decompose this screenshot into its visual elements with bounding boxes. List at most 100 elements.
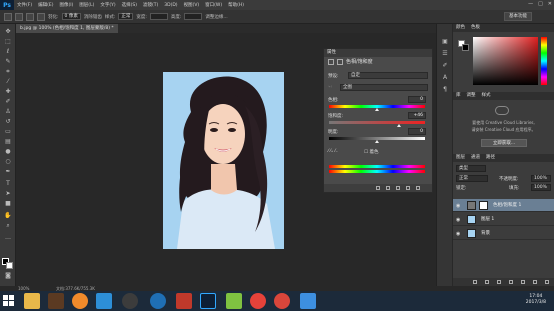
green-app-icon[interactable] xyxy=(226,293,242,309)
tab-color[interactable]: 颜色 xyxy=(456,24,465,32)
mask-icon[interactable] xyxy=(337,59,343,65)
color-picker-field[interactable] xyxy=(473,37,538,85)
layer-row[interactable]: ◉ 图层 1 xyxy=(453,213,554,226)
opacity-input[interactable]: 100% xyxy=(531,175,551,182)
layer-row[interactable]: ◉ 色相/饱和度 1 xyxy=(453,199,554,212)
history-panel-icon[interactable]: ▣ xyxy=(441,38,449,46)
edit-toolbar-icon[interactable]: … xyxy=(4,234,12,242)
new-group-icon[interactable] xyxy=(521,280,525,284)
eye-icon[interactable]: ◉ xyxy=(456,231,460,237)
workspace-select[interactable]: 基本功能 xyxy=(504,12,532,21)
hand-adjust-icon[interactable]: ☜ xyxy=(328,85,332,90)
view-previous-icon[interactable] xyxy=(386,186,390,190)
new-layer-icon[interactable] xyxy=(533,280,537,284)
pdf-app-icon[interactable] xyxy=(176,293,192,309)
tab-channels[interactable]: 通道 xyxy=(471,154,480,162)
orange-app-icon[interactable] xyxy=(72,293,88,309)
layer-row[interactable]: ◉ 背景 xyxy=(453,227,554,240)
width-input[interactable] xyxy=(149,13,168,20)
menu-file[interactable]: 文件(F) xyxy=(14,2,35,8)
eyedropper-icon[interactable]: ⁄ ⁄₊ ⁄₋ xyxy=(328,149,338,154)
new-selection-icon[interactable] xyxy=(15,12,23,21)
feather-input[interactable]: 0 像素 xyxy=(61,13,81,20)
get-now-button[interactable]: 立即获取... xyxy=(481,139,527,147)
refine-edge-button[interactable]: 调整边缘... xyxy=(205,14,227,20)
marquee-tool-icon[interactable]: ⬚ xyxy=(4,38,12,46)
file-explorer-icon[interactable] xyxy=(24,293,40,309)
healing-brush-tool-icon[interactable]: ✚ xyxy=(4,88,12,96)
history-brush-tool-icon[interactable]: ↺ xyxy=(4,118,12,126)
colorize-checkbox[interactable]: ☐ 着色 xyxy=(364,149,378,155)
menu-filter[interactable]: 滤镜(T) xyxy=(140,2,161,8)
menu-3d[interactable]: 3D(D) xyxy=(161,3,180,8)
saturation-slider-track[interactable] xyxy=(329,121,425,124)
k-app-icon[interactable] xyxy=(122,293,138,309)
type-tool-icon[interactable]: T xyxy=(4,180,12,188)
k-blue-app-icon[interactable] xyxy=(150,293,166,309)
link-layers-icon[interactable] xyxy=(473,280,477,284)
add-selection-icon[interactable] xyxy=(26,12,34,21)
quick-select-tool-icon[interactable]: ✎ xyxy=(4,58,12,66)
hand-tool-icon[interactable]: ✋ xyxy=(4,212,12,220)
tab-adjustments[interactable]: 调整 xyxy=(467,92,476,100)
menu-type[interactable]: 文字(Y) xyxy=(97,2,118,8)
red-app-icon[interactable] xyxy=(274,293,290,309)
crop-tool-icon[interactable]: ⌗ xyxy=(4,68,12,76)
wps-app-icon[interactable] xyxy=(300,293,316,309)
marquee-tool-preset-icon[interactable] xyxy=(4,12,12,21)
path-selection-tool-icon[interactable]: ➤ xyxy=(4,190,12,198)
reset-icon[interactable] xyxy=(396,186,400,190)
add-mask-icon[interactable] xyxy=(497,280,501,284)
blue-app-icon[interactable] xyxy=(96,293,112,309)
document-tab[interactable]: b.jpg @ 100% (色相/饱和度 1, 图层蒙版/8) * xyxy=(16,24,118,33)
tab-styles[interactable]: 样式 xyxy=(482,92,491,100)
minimize-button[interactable]: — xyxy=(528,1,533,7)
color-panel-background[interactable] xyxy=(462,44,469,51)
maximize-button[interactable]: □ xyxy=(538,1,543,7)
hue-slider-thumb[interactable] xyxy=(375,108,379,111)
gradient-tool-icon[interactable]: ▤ xyxy=(4,138,12,146)
hue-input[interactable]: 0 xyxy=(408,96,426,103)
tab-libraries[interactable]: 库 xyxy=(456,92,461,100)
menu-view[interactable]: 视图(V) xyxy=(181,2,203,8)
preset-select[interactable]: 自定 xyxy=(348,72,428,79)
close-button[interactable]: ✕ xyxy=(548,1,552,7)
rectangle-tool-icon[interactable]: ■ xyxy=(4,200,12,208)
properties-panel-icon[interactable]: ☰ xyxy=(441,50,449,58)
background-color-swatch[interactable] xyxy=(6,262,13,269)
saturation-input[interactable]: +46 xyxy=(408,112,426,119)
character-panel-icon[interactable]: A xyxy=(441,74,449,82)
eye-icon[interactable]: ◉ xyxy=(456,217,460,223)
fill-input[interactable]: 100% xyxy=(531,184,551,191)
layer-name[interactable]: 背景 xyxy=(481,227,490,240)
clone-stamp-tool-icon[interactable]: ♙ xyxy=(4,108,12,116)
clip-to-layer-icon[interactable] xyxy=(376,186,380,190)
saturation-slider-thumb[interactable] xyxy=(397,124,402,127)
subtract-selection-icon[interactable] xyxy=(37,12,45,21)
tab-swatches[interactable]: 色板 xyxy=(471,24,480,32)
pen-tool-icon[interactable]: ✒ xyxy=(4,168,12,176)
lightness-input[interactable]: 0 xyxy=(408,128,426,135)
menu-image[interactable]: 图像(I) xyxy=(56,2,76,8)
properties-tab[interactable]: 属性 xyxy=(324,49,432,57)
zoom-tool-icon[interactable]: ⌕ xyxy=(4,222,12,230)
style-select[interactable]: 正常 xyxy=(118,13,134,20)
eye-icon[interactable]: ◉ xyxy=(456,203,460,209)
layer-name[interactable]: 色相/饱和度 1 xyxy=(493,199,521,212)
delete-layer-icon[interactable] xyxy=(545,280,549,284)
new-adjustment-icon[interactable] xyxy=(509,280,513,284)
channel-select[interactable]: 全图 xyxy=(340,84,428,91)
brush-panel-icon[interactable]: ✐ xyxy=(441,62,449,70)
system-clock[interactable]: 17:04 2017/3/8 xyxy=(526,294,546,306)
visibility-icon[interactable] xyxy=(406,186,410,190)
layer-name[interactable]: 图层 1 xyxy=(481,213,494,226)
quick-mask-icon[interactable]: ◙ xyxy=(4,272,12,280)
blur-tool-icon[interactable]: ● xyxy=(4,148,12,156)
chrome-icon[interactable] xyxy=(250,293,266,309)
eyedropper-tool-icon[interactable]: ⁄ xyxy=(4,78,12,86)
tab-layers[interactable]: 图层 xyxy=(456,154,465,162)
delete-icon[interactable] xyxy=(416,186,420,190)
blend-mode-select[interactable]: 正常 xyxy=(456,175,488,182)
layer-style-icon[interactable] xyxy=(485,280,489,284)
tab-paths[interactable]: 路径 xyxy=(486,154,495,162)
